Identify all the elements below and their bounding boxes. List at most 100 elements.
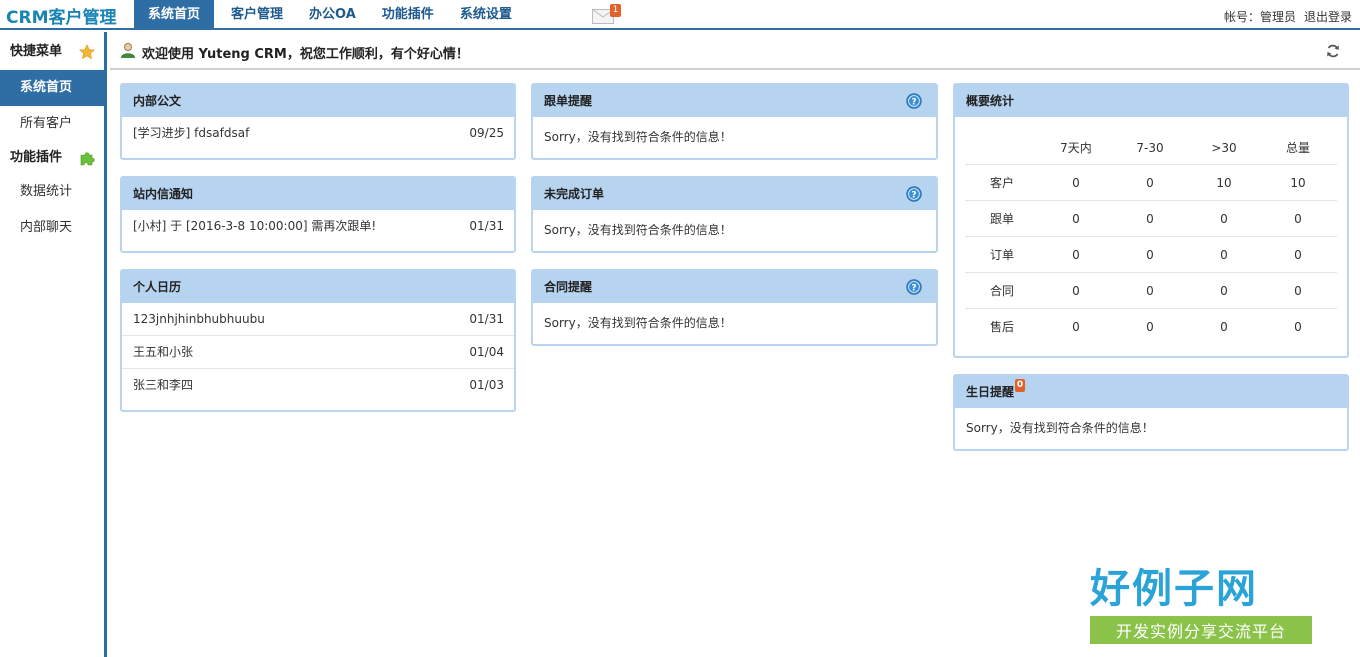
list-item-text: [小村] 于 [2016-3-8 10:00:00] 需再次跟单! [133,219,377,233]
table-cell: 0 [1220,248,1228,262]
list-item-date: 01/31 [469,219,504,233]
nav-settings[interactable]: 系统设置 [451,0,521,30]
table-row: 合同 0 0 0 0 [965,273,1337,309]
panel-calendar: 个人日历 123jnhjhinbhubhuubu 01/31 王五和小张 01/… [120,269,516,412]
main-nav: 系统首页 客户管理 办公OA 功能插件 系统设置 [134,0,529,30]
panel-title: 站内信通知 [122,178,514,210]
stats-table: 7天内 7-30 >30 总量 客户 0 0 10 10 跟单 0 0 0 0 … [965,131,1337,345]
table-cell: 0 [1294,248,1302,262]
nav-plugins[interactable]: 功能插件 [373,0,443,30]
list-item[interactable]: [学习进步] fdsafdsaf 09/25 [122,117,514,150]
svg-text:?: ? [911,284,916,294]
nav-customers[interactable]: 客户管理 [222,0,292,30]
stats-header-row: 7天内 7-30 >30 总量 [965,131,1337,165]
welcome-bar: 欢迎使用 Yuteng CRM，祝您工作顺利，有个好心情！ [110,32,1360,70]
help-icon[interactable]: ? [906,186,922,202]
sidebar-item-home[interactable]: 系统首页 [0,70,104,106]
svg-text:?: ? [911,191,916,201]
table-cell: 0 [1072,320,1080,334]
list-item[interactable]: [小村] 于 [2016-3-8 10:00:00] 需再次跟单! 01/31 [122,210,514,243]
table-cell: 0 [1146,176,1154,190]
table-cell: 0 [1072,176,1080,190]
table-cell: 客户 [989,176,1014,190]
panel-header: 未完成订单 ? [533,178,936,210]
table-cell: 0 [1146,212,1154,226]
panel-title: 个人日历 [122,271,514,303]
list-item-date: 01/31 [469,312,504,326]
help-icon[interactable]: ? [906,279,922,295]
stats-col-header: 7天内 [1060,141,1092,155]
table-cell: 0 [1294,284,1302,298]
panel-contract-reminder: 合同提醒 ? Sorry，没有找到符合条件的信息！ [531,269,938,346]
user-icon [121,43,135,58]
sidebar-item-all-customers[interactable]: 所有客户 [0,106,104,142]
sidebar-item-chat[interactable]: 内部聊天 [0,210,104,246]
account-label: 帐号：管理员 [1223,10,1296,24]
stats-col-header: 7-30 [1136,141,1164,155]
list-item[interactable]: 张三和李四 01/03 [122,369,514,402]
panel-title: 合同提醒 [544,280,593,294]
table-cell: 0 [1220,320,1228,334]
birthday-count-badge: 0 [1015,379,1026,392]
panel-internal-doc: 内部公文 [学习进步] fdsafdsaf 09/25 [120,83,516,160]
empty-message: Sorry，没有找到符合条件的信息！ [544,130,732,144]
panel-title: 生日提醒 [966,385,1015,399]
sidebar-quick-menu-label: 快捷菜单 [10,44,63,59]
help-icon[interactable]: ? [906,93,922,109]
nav-office-oa[interactable]: 办公OA [300,0,365,30]
panel-pending-orders: 未完成订单 ? Sorry，没有找到符合条件的信息！ [531,176,938,253]
table-cell: 0 [1220,284,1228,298]
svg-text:?: ? [911,98,916,108]
table-cell: 0 [1294,320,1302,334]
welcome-text: 欢迎使用 Yuteng CRM，祝您工作顺利，有个好心情！ [142,47,469,62]
table-row: 订单 0 0 0 0 [965,237,1337,273]
panel-title: 内部公文 [122,85,514,117]
table-cell: 0 [1294,212,1302,226]
watermark-subtitle: 开发实例分享交流平台 [1090,616,1312,644]
panel-follow-reminder: 跟单提醒 ? Sorry，没有找到符合条件的信息！ [531,83,938,160]
list-item-date: 09/25 [469,126,504,140]
panel-title: 概要统计 [955,85,1347,117]
list-item-text: 123jnhjhinbhubhuubu [133,312,265,326]
list-item[interactable]: 123jnhjhinbhubhuubu 01/31 [122,303,514,336]
panel-header: 跟单提醒 ? [533,85,936,117]
empty-message: Sorry，没有找到符合条件的信息！ [544,316,732,330]
table-cell: 售后 [989,320,1014,334]
panel-title: 跟单提醒 [544,94,593,108]
sidebar-item-statistics[interactable]: 数据统计 [0,174,104,210]
table-cell: 0 [1146,248,1154,262]
sidebar-plugins-label: 功能插件 [10,150,63,165]
list-item[interactable]: 王五和小张 01/04 [122,336,514,369]
list-item-date: 01/03 [469,378,504,392]
star-icon [79,44,95,60]
list-item-text: 张三和李四 [133,378,194,392]
stats-col-header: 总量 [1285,141,1310,155]
logout-link[interactable]: 退出登录 [1304,10,1352,24]
table-cell: 0 [1072,284,1080,298]
stats-col-header [965,131,1039,164]
panel-header: 生日提醒 0 [955,376,1347,408]
panel-header: 合同提醒 ? [533,271,936,303]
list-item-text: [学习进步] fdsafdsaf [133,126,250,140]
top-bar: CRM客户管理 系统首页 客户管理 办公OA 功能插件 系统设置 1 帐号：管理… [0,0,1360,30]
table-cell: 10 [1216,176,1232,190]
panel-birthday-reminder: 生日提醒 0 Sorry，没有找到符合条件的信息！ [953,374,1349,451]
panel-title: 未完成订单 [544,187,605,201]
panel-summary-stats: 概要统计 7天内 7-30 >30 总量 客户 0 0 10 10 跟单 0 0… [953,83,1349,358]
panel-site-messages: 站内信通知 [小村] 于 [2016-3-8 10:00:00] 需再次跟单! … [120,176,516,253]
table-cell: 跟单 [989,212,1014,226]
app-brand[interactable]: CRM客户管理 [6,3,116,28]
table-row: 跟单 0 0 0 0 [965,201,1337,237]
list-item-date: 01/04 [469,345,504,359]
table-cell: 0 [1072,248,1080,262]
refresh-icon[interactable] [1326,44,1340,58]
table-cell: 订单 [989,248,1014,262]
table-row: 客户 0 0 10 10 [965,165,1337,201]
nav-home[interactable]: 系统首页 [134,0,215,30]
sidebar-quick-menu-header: 快捷菜单 [0,32,104,70]
table-cell: 0 [1072,212,1080,226]
empty-message: Sorry，没有找到符合条件的信息！ [544,223,732,237]
table-cell: 0 [1146,284,1154,298]
table-cell: 0 [1146,320,1154,334]
sidebar-plugins-header: 功能插件 [0,142,104,174]
